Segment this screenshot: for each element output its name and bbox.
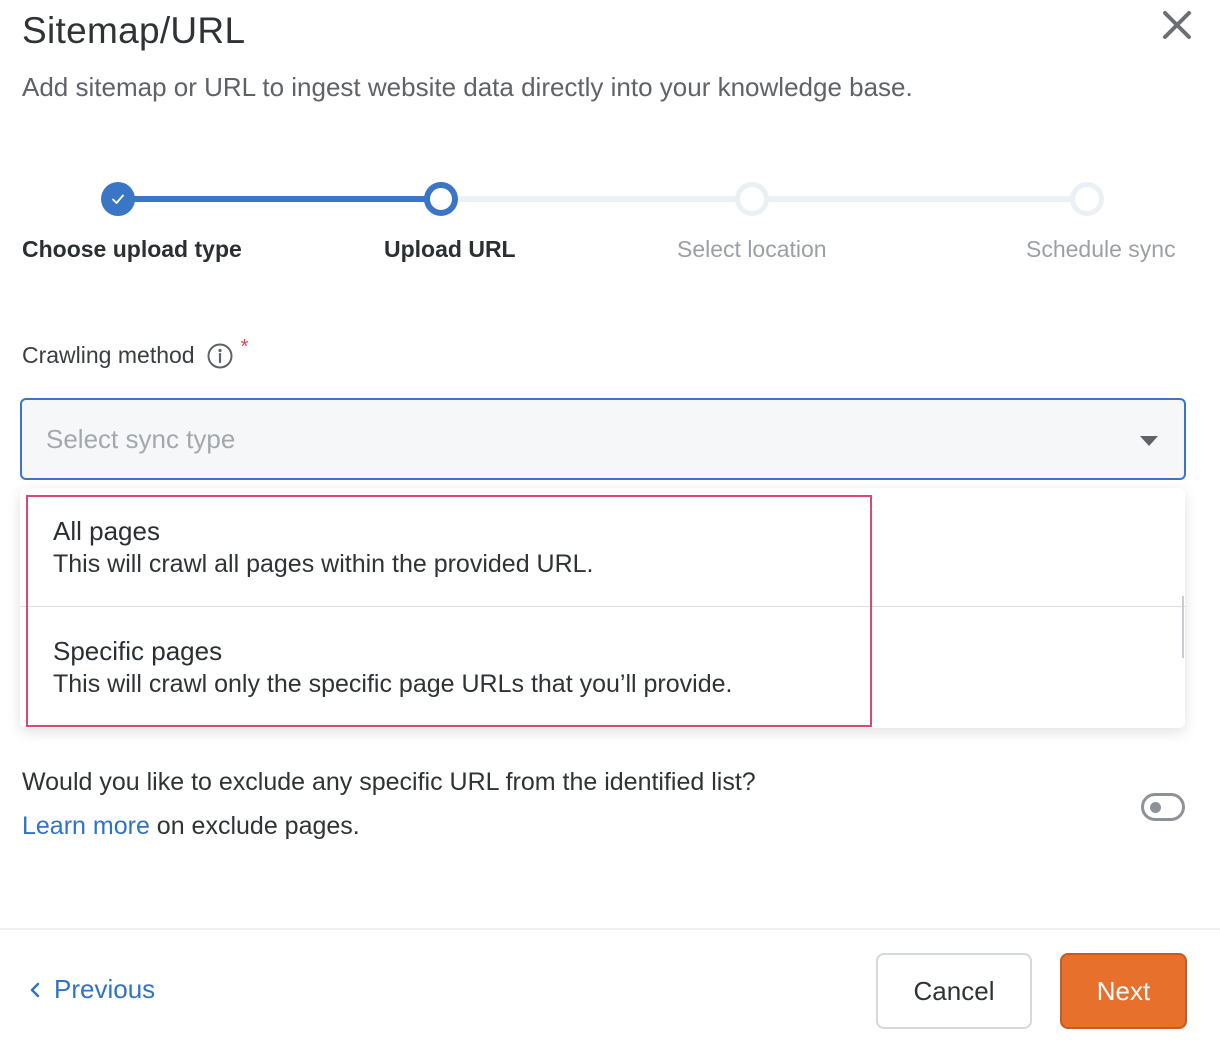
cancel-button[interactable]: Cancel	[876, 953, 1032, 1029]
toggle-knob	[1150, 802, 1161, 813]
dialog-subtitle: Add sitemap or URL to ingest website dat…	[22, 72, 913, 102]
sync-type-placeholder: Select sync type	[46, 424, 236, 454]
stepper-track-complete	[118, 196, 442, 202]
learn-more-link[interactable]: Learn more	[22, 812, 150, 840]
sync-type-dropdown: All pages This will crawl all pages with…	[20, 488, 1185, 728]
check-icon	[112, 194, 124, 204]
step-2-indicator	[424, 182, 458, 216]
footer-divider	[0, 928, 1220, 930]
stepper: Choose upload type Upload URL Select loc…	[0, 170, 1220, 280]
exclude-toggle[interactable]	[1141, 793, 1185, 821]
next-button[interactable]: Next	[1060, 953, 1187, 1029]
close-icon	[1163, 11, 1191, 39]
exclude-suffix: on exclude pages.	[149, 812, 360, 840]
dropdown-divider	[20, 606, 1185, 607]
info-icon[interactable]	[207, 343, 233, 369]
crawling-method-label-text: Crawling method	[22, 342, 195, 368]
dropdown-scrollbar[interactable]	[1182, 596, 1184, 658]
option-all-pages-title: All pages	[53, 516, 160, 546]
sync-type-select[interactable]: Select sync type	[20, 398, 1186, 480]
option-specific-pages-title: Specific pages	[53, 636, 223, 666]
step-1-label: Choose upload type	[22, 236, 242, 262]
dialog-title: Sitemap/URL	[22, 10, 246, 51]
step-4-label: Schedule sync	[1026, 236, 1176, 262]
step-4-indicator	[1070, 182, 1104, 216]
previous-label: Previous	[54, 974, 156, 1004]
option-all-pages-description: This will crawl all pages within the pro…	[53, 550, 594, 578]
crawling-method-label: Crawling method *	[22, 336, 248, 369]
caret-down-icon	[1140, 436, 1158, 446]
close-button[interactable]	[1158, 6, 1196, 44]
step-1-indicator	[101, 182, 135, 216]
option-all-pages[interactable]: All pages This will crawl all pages with…	[20, 488, 1185, 606]
previous-button[interactable]: Previous	[28, 974, 155, 1005]
chevron-left-icon	[30, 982, 40, 997]
step-2-label: Upload URL	[384, 236, 516, 262]
option-specific-pages-description: This will crawl only the specific page U…	[53, 670, 733, 698]
exclude-question: Would you like to exclude any specific U…	[22, 768, 756, 796]
exclude-learn-more-line: Learn more on exclude pages.	[22, 812, 360, 841]
required-asterisk: *	[240, 336, 249, 358]
option-specific-pages[interactable]: Specific pages This will crawl only the …	[20, 608, 1185, 726]
step-3-indicator	[735, 182, 769, 216]
step-3-label: Select location	[677, 236, 827, 262]
